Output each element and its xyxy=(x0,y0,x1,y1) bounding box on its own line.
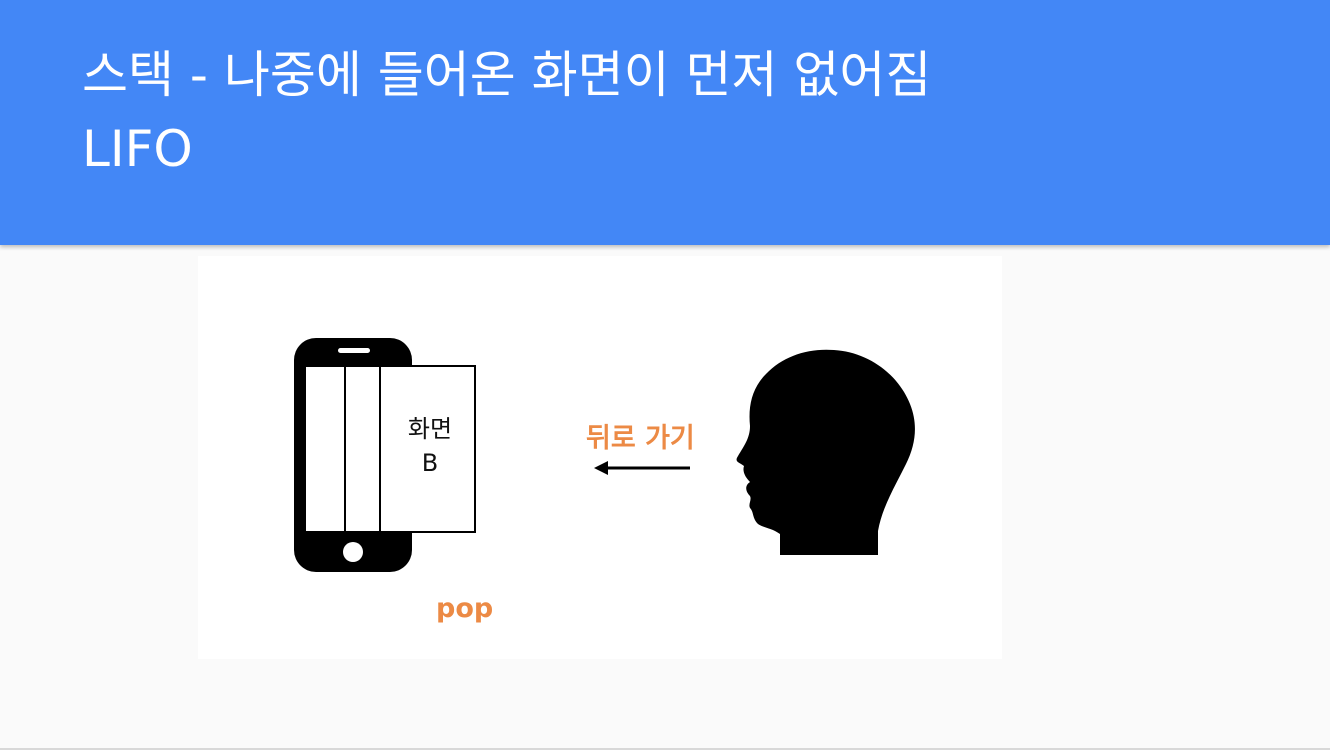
title-line-2: LIFO xyxy=(82,120,193,178)
stacked-screen-middle xyxy=(344,365,381,533)
diagram-graphics xyxy=(294,338,915,572)
slide-title: 스택 - 나중에 들어온 화면이 먼저 없어짐 LIFO xyxy=(82,38,931,186)
arrow-left-icon xyxy=(594,461,690,475)
slide-header: 스택 - 나중에 들어온 화면이 먼저 없어짐 LIFO xyxy=(0,0,1330,245)
screen-label-line-2: B xyxy=(421,449,439,477)
title-line-1: 스택 - 나중에 들어온 화면이 먼저 없어짐 xyxy=(82,46,932,104)
stacked-screen-back xyxy=(304,365,346,533)
screen-label-line-1: 화면 xyxy=(407,415,453,443)
stack-diagram: 화면 B 뒤로 가기 pop xyxy=(198,256,1002,659)
pop-label: pop xyxy=(436,593,494,624)
slide: 스택 - 나중에 들어온 화면이 먼저 없어짐 LIFO 화면 B 뒤로 가기 … xyxy=(0,0,1330,750)
screen-b-label: 화면 B xyxy=(384,412,476,480)
head-silhouette-icon xyxy=(736,349,915,555)
back-navigation-label: 뒤로 가기 xyxy=(586,423,695,454)
